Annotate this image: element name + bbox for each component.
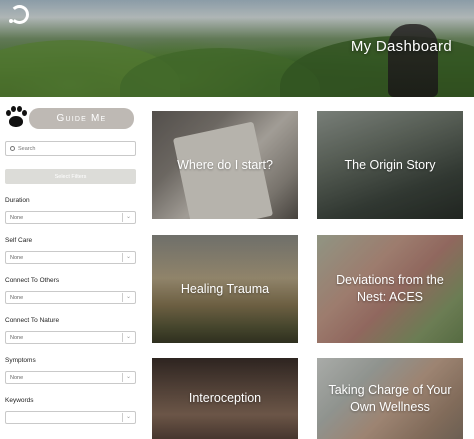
filter-symptoms: Symptoms None ⌄ xyxy=(5,357,137,384)
filter-keywords: Keywords ⌄ xyxy=(5,397,137,424)
card-title: Deviations from the Nest: ACES xyxy=(336,273,444,304)
filter-label: Duration xyxy=(5,197,30,204)
chevron-down-icon: ⌄ xyxy=(121,373,131,382)
filter-connect-to-nature: Connect To Nature None ⌄ xyxy=(5,317,137,344)
filter-connect-to-others: Connect To Others None ⌄ xyxy=(5,277,137,304)
card-where-do-i-start[interactable]: Where do I start? xyxy=(152,111,298,219)
card-title: The Origin Story xyxy=(344,157,436,172)
guide-row: Guide Me xyxy=(5,105,137,131)
paw-icon xyxy=(5,106,27,130)
connect-to-nature-dropdown[interactable]: None ⌄ xyxy=(5,331,136,344)
card-title: Taking Charge of Your Own Wellness xyxy=(328,382,452,414)
filter-label: Connect To Others xyxy=(5,277,60,284)
card-interoception[interactable]: Interoception xyxy=(152,358,298,439)
card-healing-trauma[interactable]: Healing Trauma xyxy=(152,235,298,343)
card-deviations-aces[interactable]: Deviations from the Nest: ACES xyxy=(317,235,463,343)
hero-banner: My Dashboard xyxy=(0,0,474,97)
filter-label: Keywords xyxy=(5,397,34,404)
search-icon xyxy=(10,146,15,151)
filter-label: Connect To Nature xyxy=(5,317,60,324)
card-taking-charge[interactable]: Taking Charge of Your Own Wellness xyxy=(317,358,463,439)
filter-self-care: Self Care None ⌄ xyxy=(5,237,137,264)
symptoms-dropdown[interactable]: None ⌄ xyxy=(5,371,136,384)
chevron-down-icon: ⌄ xyxy=(121,333,131,342)
duration-dropdown[interactable]: None ⌄ xyxy=(5,211,136,224)
filter-label: Self Care xyxy=(5,237,33,244)
guide-me-button[interactable]: Guide Me xyxy=(29,107,134,129)
card-title: Interoception xyxy=(188,391,262,405)
chevron-down-icon: ⌄ xyxy=(121,253,131,262)
search-placeholder: Search xyxy=(18,145,36,152)
self-care-dropdown[interactable]: None ⌄ xyxy=(5,251,136,264)
connect-to-others-dropdown[interactable]: None ⌄ xyxy=(5,291,136,304)
filter-duration: Duration None ⌄ xyxy=(5,197,137,224)
search-input[interactable]: Search xyxy=(5,141,136,156)
filter-label: Symptoms xyxy=(5,357,36,364)
chevron-down-icon: ⌄ xyxy=(121,213,131,222)
card-origin-story[interactable]: The Origin Story xyxy=(317,111,463,219)
keywords-dropdown[interactable]: ⌄ xyxy=(5,411,136,424)
page-title: My Dashboard xyxy=(350,38,452,55)
card-title: Healing Trauma xyxy=(180,281,270,296)
chevron-down-icon: ⌄ xyxy=(121,413,131,422)
chevron-down-icon: ⌄ xyxy=(121,293,131,302)
filter-sidebar: Guide Me Search Select Filters Duration … xyxy=(5,105,137,424)
card-title: Where do I start? xyxy=(177,157,273,172)
select-filters-button[interactable]: Select Filters xyxy=(5,169,136,184)
